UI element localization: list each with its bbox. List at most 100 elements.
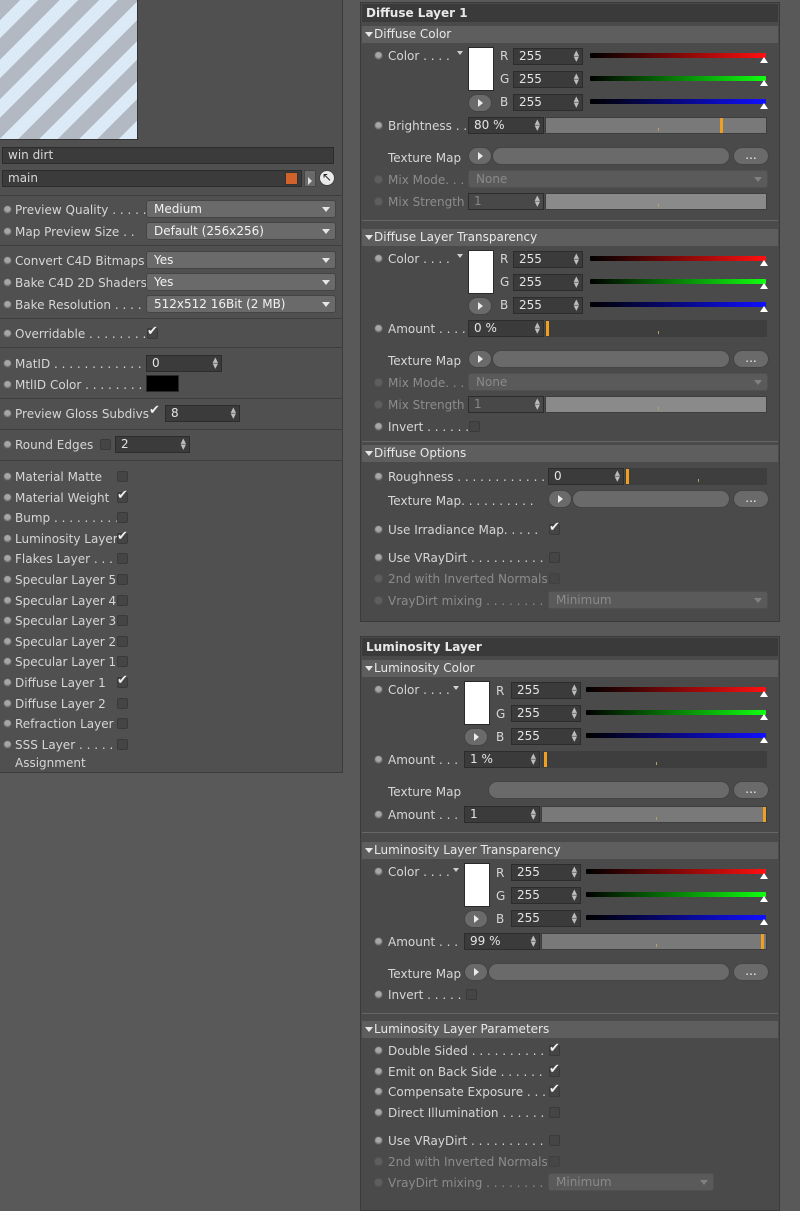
emit-back-dot[interactable] [374, 1067, 383, 1076]
spinner-icon[interactable]: ▲ ▼ [572, 707, 577, 720]
play-button[interactable] [464, 728, 488, 746]
group-arrow-button[interactable] [304, 170, 316, 187]
lum-amount-2-slider[interactable] [541, 806, 767, 823]
layer-dot[interactable] [3, 513, 12, 522]
diffuse-color-swatch[interactable] [468, 47, 494, 91]
map-preview-size-dot[interactable] [3, 227, 12, 236]
spinner-icon[interactable]: ▲ ▼ [615, 470, 620, 483]
lum-trans-g-slider[interactable] [586, 892, 768, 902]
compensate-checkbox[interactable] [549, 1082, 560, 1097]
overridable-dot[interactable] [3, 329, 12, 338]
roughness-dot[interactable] [374, 472, 383, 481]
gloss-subdivs-dot[interactable] [3, 409, 12, 418]
layer-checkbox[interactable] [117, 574, 128, 585]
layer-checkbox[interactable] [117, 636, 128, 647]
brightness-slider[interactable] [545, 117, 767, 134]
texture-map-slot[interactable] [492, 147, 730, 165]
spinner-icon[interactable]: ▲ ▼ [572, 730, 577, 743]
lum-g-slider[interactable] [586, 710, 768, 720]
lum-b-slider[interactable] [586, 733, 768, 743]
luminosity-color-header[interactable]: Luminosity Color [362, 660, 778, 677]
trans-color-dot[interactable] [374, 254, 383, 263]
lum-trans-amount-input[interactable]: 99 % ▲ ▼ [464, 933, 540, 950]
lum-amount-2-dot[interactable] [374, 810, 383, 819]
layer-dot[interactable] [3, 534, 12, 543]
layer-checkbox[interactable] [117, 673, 128, 688]
lum-g-input[interactable]: 255 ▲ ▼ [511, 705, 581, 722]
spinner-icon[interactable]: ▲ ▼ [531, 753, 536, 766]
gloss-subdivs-checkbox[interactable] [149, 403, 161, 419]
round-edges-input[interactable]: 2 ▲ ▼ [115, 436, 190, 453]
lum-texture-map-2-play-button[interactable] [464, 963, 488, 981]
texture-map-3-slot[interactable] [572, 490, 730, 508]
diffuse-transparency-header[interactable]: Diffuse Layer Transparency [362, 229, 778, 246]
vraydirt-mixing-dot[interactable] [374, 596, 383, 605]
lum-color-dot[interactable] [374, 685, 383, 694]
diffuse-color-header[interactable]: Diffuse Color [362, 26, 778, 43]
mixstrength-2-input[interactable]: 1 ▲ ▼ [468, 396, 544, 413]
double-sided-checkbox[interactable] [549, 1041, 560, 1056]
mixmode-2-select[interactable]: None [468, 373, 768, 391]
amount-slider[interactable] [545, 320, 767, 337]
double-sided-dot[interactable] [374, 1046, 383, 1055]
irradiance-checkbox[interactable] [549, 520, 560, 535]
layer-checkbox[interactable] [117, 553, 128, 564]
diffuse-g-input[interactable]: 255 ▲ ▼ [513, 71, 583, 88]
layer-dot[interactable] [3, 657, 12, 666]
gloss-subdivs-input[interactable]: 8 ▲ ▼ [165, 405, 240, 422]
diffuse-b-input[interactable]: 255 ▲ ▼ [513, 94, 583, 111]
spinner-icon[interactable]: ▲ ▼ [531, 935, 536, 948]
preview-quality-select[interactable]: Medium [146, 200, 336, 218]
lum-trans-r-input[interactable]: 255 ▲ ▼ [511, 864, 581, 881]
layer-dot[interactable] [3, 493, 12, 502]
group-field[interactable]: main [2, 170, 302, 187]
spinner-icon[interactable]: ▲ ▼ [574, 253, 579, 266]
diffuse-color-dot[interactable] [374, 51, 383, 60]
spinner-icon[interactable]: ▲ ▼ [231, 407, 236, 420]
round-edges-dot[interactable] [3, 440, 12, 449]
spinner-icon[interactable]: ▲ ▼ [574, 96, 579, 109]
layer-dot[interactable] [3, 575, 12, 584]
texture-map-browse-button[interactable]: ... [733, 147, 769, 165]
lum-trans-b-slider[interactable] [586, 915, 768, 925]
lum-amount-dot[interactable] [374, 755, 383, 764]
roughness-slider[interactable] [625, 468, 767, 485]
layer-dot[interactable] [3, 699, 12, 708]
map-preview-size-select[interactable]: Default (256x256) [146, 222, 336, 240]
layer-dot[interactable] [3, 637, 12, 646]
vraydirt-dot[interactable] [374, 553, 383, 562]
trans-b-input[interactable]: 255 ▲ ▼ [513, 297, 583, 314]
preview-quality-dot[interactable] [3, 205, 12, 214]
pick-cursor-icon[interactable] [319, 170, 335, 186]
matid-dot[interactable] [3, 359, 12, 368]
spinner-icon[interactable]: ▲ ▼ [572, 866, 577, 879]
layer-dot[interactable] [3, 719, 12, 728]
vraydirt-checkbox[interactable] [549, 552, 560, 563]
lum-trans-g-input[interactable]: 255 ▲ ▼ [511, 887, 581, 904]
diffuse-options-header[interactable]: Diffuse Options [362, 445, 778, 462]
irradiance-dot[interactable] [374, 525, 383, 534]
lum-vraydirt-mixing-select[interactable]: Minimum [548, 1173, 714, 1191]
mixstrength-2-dot[interactable] [374, 400, 383, 409]
matid-input[interactable]: 0 ▲ ▼ [146, 355, 222, 372]
round-edges-checkbox[interactable] [100, 439, 111, 450]
material-name-field[interactable]: win dirt [2, 147, 334, 164]
emit-back-checkbox[interactable] [549, 1062, 560, 1077]
amount-dot[interactable] [374, 324, 383, 333]
color-menu-icon[interactable] [457, 51, 463, 55]
spinner-icon[interactable]: ▲ ▼ [535, 322, 540, 335]
inverted-normals-dot[interactable] [374, 574, 383, 583]
layer-dot[interactable] [3, 554, 12, 563]
lum-texture-map-2-slot[interactable] [488, 963, 730, 981]
layer-dot[interactable] [3, 678, 12, 687]
bake-shaders-dot[interactable] [3, 278, 12, 287]
lum-vraydirt-mixing-dot[interactable] [374, 1178, 383, 1187]
lum-vraydirt-checkbox[interactable] [549, 1135, 560, 1146]
spinner-icon[interactable]: ▲ ▼ [574, 73, 579, 86]
texture-map-play-button[interactable] [468, 147, 492, 165]
amount-input[interactable]: 0 % ▲ ▼ [468, 320, 544, 337]
lum-r-input[interactable]: 255 ▲ ▼ [511, 682, 581, 699]
diffuse-r-input[interactable]: 255 ▲ ▼ [513, 48, 583, 65]
color-menu-icon[interactable] [453, 868, 459, 872]
convert-bitmaps-dot[interactable] [3, 256, 12, 265]
